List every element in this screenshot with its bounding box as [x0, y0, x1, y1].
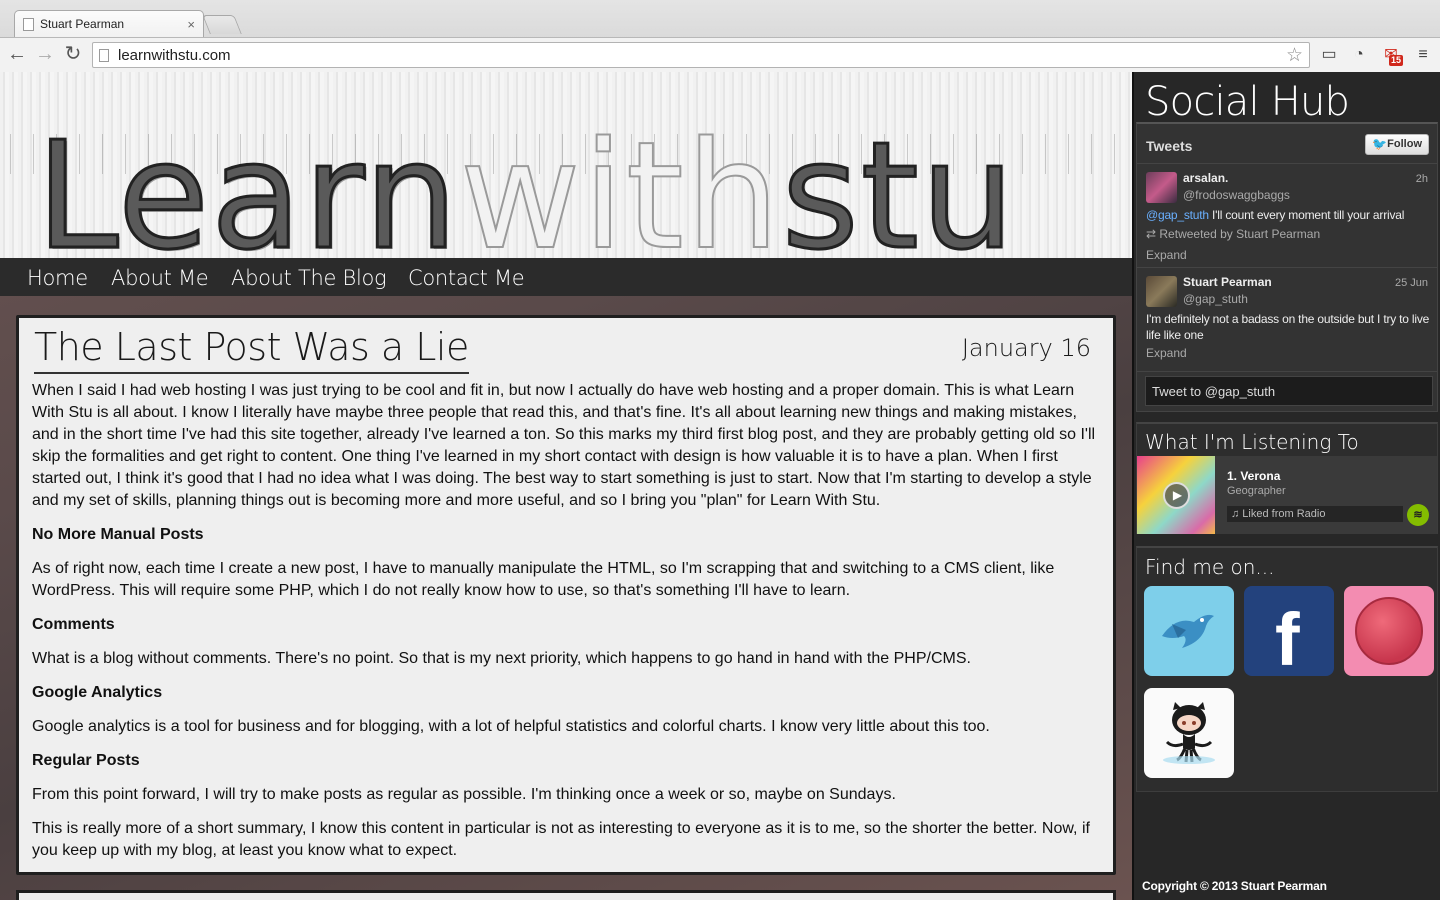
- section-heading: Google Analytics: [32, 684, 163, 701]
- extension-icon[interactable]: ◔: [1348, 44, 1370, 66]
- forward-arrow-icon[interactable]: →: [33, 42, 57, 66]
- find-me-widget: Find me on... f: [1136, 546, 1438, 792]
- bookmark-star-icon[interactable]: ☆: [1286, 44, 1303, 67]
- spotify-player: ▶ 1. Verona Geographer ♫ Liked from Radi…: [1137, 456, 1437, 534]
- github-link[interactable]: [1144, 688, 1234, 778]
- spotify-logo-icon[interactable]: ≋: [1407, 504, 1429, 526]
- album-cover[interactable]: ▶: [1137, 456, 1215, 534]
- artist-name[interactable]: Geographer: [1227, 485, 1286, 497]
- listening-title: What I'm Listening To: [1145, 430, 1359, 454]
- section-heading: Regular Posts: [32, 752, 140, 769]
- reload-icon[interactable]: ↻: [61, 42, 85, 66]
- tweet-time[interactable]: 2h: [1416, 173, 1428, 185]
- tweet-text: @gap_stuth I'll count every moment till …: [1146, 207, 1430, 223]
- dribbble-ball-icon: [1355, 597, 1423, 665]
- twitter-widget-header: Tweets 🐦 Follow: [1137, 124, 1437, 164]
- address-bar[interactable]: learnwithstu.com ☆: [92, 42, 1310, 68]
- song-title[interactable]: 1. Verona: [1227, 469, 1280, 483]
- sidebar: Social Hub Tweets 🐦 Follow arsalan. @fro…: [1132, 72, 1440, 900]
- section-text: As of right now, each time I create a ne…: [32, 560, 1055, 599]
- post-title: The Last Post Was a Lie: [34, 324, 469, 374]
- twitter-bird-icon: [1162, 614, 1214, 648]
- tweet[interactable]: Stuart Pearman @gap_stuth 25 Jun I'm def…: [1137, 268, 1437, 372]
- follow-label: Follow: [1387, 138, 1422, 150]
- site-logo[interactable]: Learnwithstu: [35, 115, 1017, 259]
- main-column: Learnwithstu Home About Me About The Blo…: [0, 72, 1132, 900]
- browser-tab[interactable]: Stuart Pearman ×: [14, 10, 204, 37]
- expand-link[interactable]: Expand: [1146, 248, 1187, 262]
- nav-about-the-blog[interactable]: About The Blog: [231, 266, 387, 290]
- tweet-body: I'll count every moment till your arriva…: [1208, 208, 1405, 222]
- retweet-note: ⇄ Retweeted by Stuart Pearman: [1146, 227, 1320, 241]
- section-heading: No More Manual Posts: [32, 526, 204, 543]
- play-icon[interactable]: ▶: [1163, 482, 1190, 509]
- gmail-unread-badge: 15: [1389, 55, 1404, 66]
- post-date: January 16: [961, 334, 1091, 362]
- page-icon: [99, 48, 109, 62]
- section-text: Google analytics is a tool for business …: [32, 718, 990, 735]
- tweet-author-handle[interactable]: @frodoswaggbaggs: [1183, 188, 1290, 202]
- nav-about-me[interactable]: About Me: [111, 266, 209, 290]
- tweet-to-input[interactable]: Tweet to @gap_stuth: [1145, 376, 1433, 406]
- facebook-f-icon: f: [1275, 598, 1300, 681]
- github-octocat-icon: [1163, 702, 1215, 764]
- tweets-label: Tweets: [1146, 138, 1193, 154]
- logo-word-learn: Learn: [35, 110, 460, 259]
- logo-word-stu: stu: [780, 110, 1017, 259]
- url-text[interactable]: learnwithstu.com: [118, 47, 1286, 64]
- menu-icon[interactable]: ≡: [1412, 44, 1434, 66]
- expand-link[interactable]: Expand: [1146, 346, 1187, 360]
- web-page: Learnwithstu Home About Me About The Blo…: [0, 72, 1440, 900]
- nav-contact-me[interactable]: Contact Me: [408, 266, 525, 290]
- find-me-title: Find me on...: [1145, 555, 1275, 579]
- tab-close-icon[interactable]: ×: [187, 17, 195, 32]
- tweet-mention[interactable]: @gap_stuth: [1146, 208, 1209, 222]
- nav-home[interactable]: Home: [27, 266, 88, 290]
- tweet-author-name[interactable]: arsalan.: [1183, 171, 1228, 185]
- tweet-time[interactable]: 25 Jun: [1395, 277, 1428, 289]
- follow-button[interactable]: 🐦 Follow: [1365, 134, 1429, 155]
- post-outro: This is really more of a short summary, …: [32, 820, 1090, 859]
- post-body: When I said I had web hosting I was just…: [32, 380, 1104, 874]
- next-post-preview: [16, 890, 1116, 900]
- facebook-link[interactable]: f: [1244, 586, 1334, 680]
- avatar[interactable]: [1146, 276, 1177, 307]
- social-hub-title: Social Hub: [1145, 79, 1350, 125]
- twitter-link[interactable]: [1144, 586, 1234, 676]
- blog-post: The Last Post Was a Lie January 16 When …: [16, 315, 1116, 875]
- tweet-author-name[interactable]: Stuart Pearman: [1183, 275, 1272, 289]
- section-text: From this point forward, I will try to m…: [32, 786, 896, 803]
- cast-icon[interactable]: ▭: [1318, 44, 1340, 66]
- tab-title: Stuart Pearman: [40, 17, 125, 31]
- twitter-widget: Tweets 🐦 Follow arsalan. @frodoswaggbagg…: [1136, 122, 1438, 412]
- page-favicon-icon: [23, 17, 34, 31]
- browser-toolbar: ← → ↻ learnwithstu.com ☆ ▭ ◔ ✉ ≡: [0, 37, 1440, 72]
- liked-from-label: ♫ Liked from Radio: [1227, 506, 1403, 522]
- post-intro: When I said I had web hosting I was just…: [32, 382, 1096, 509]
- retweet-icon: ⇄: [1146, 227, 1160, 241]
- tweet-text: I'm definitely not a badass on the outsi…: [1146, 312, 1430, 342]
- retweet-text: Retweeted by Stuart Pearman: [1159, 227, 1321, 241]
- avatar[interactable]: [1146, 172, 1177, 203]
- browser-chrome: Stuart Pearman × ← → ↻ learnwithstu.com …: [0, 0, 1440, 72]
- site-nav: Home About Me About The Blog Contact Me: [0, 258, 1132, 296]
- copyright-text: Copyright © 2013 Stuart Pearman: [1142, 879, 1327, 893]
- new-tab-button[interactable]: [202, 15, 242, 34]
- back-arrow-icon[interactable]: ←: [5, 42, 29, 66]
- music-widget: What I'm Listening To ▶ 1. Verona Geogra…: [1136, 422, 1438, 534]
- tweet[interactable]: arsalan. @frodoswaggbaggs 2h @gap_stuth …: [1137, 164, 1437, 268]
- logo-word-with: with: [459, 110, 782, 258]
- section-text: What is a blog without comments. There's…: [32, 650, 971, 667]
- dribbble-link[interactable]: [1344, 586, 1434, 676]
- tweet-author-handle[interactable]: @gap_stuth: [1183, 292, 1248, 306]
- section-heading: Comments: [32, 616, 115, 633]
- twitter-bird-icon: 🐦: [1372, 137, 1387, 151]
- site-header: Learnwithstu: [0, 72, 1132, 258]
